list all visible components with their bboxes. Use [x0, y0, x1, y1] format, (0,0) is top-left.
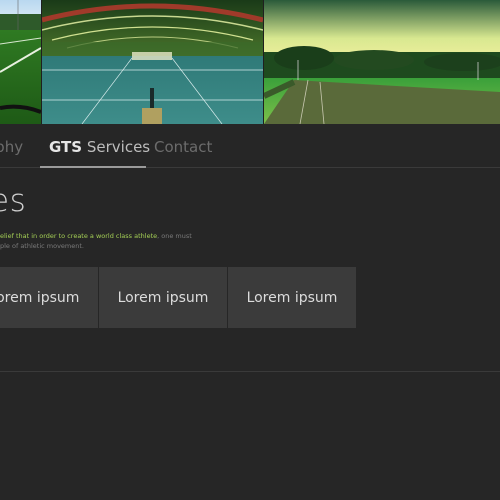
nav-item-philosophy[interactable]: ophy	[0, 138, 23, 156]
nav-item-gts-services[interactable]: GTS Services	[49, 138, 150, 156]
running-track-photo	[264, 0, 500, 124]
sports-field-photo	[0, 0, 41, 124]
nav-item-gts-services-brand: GTS	[49, 138, 83, 156]
indoor-tennis-hall-photo	[42, 0, 263, 124]
nav-item-contact[interactable]: Contact	[154, 138, 212, 156]
page: ophy GTS Services Contact es elief that …	[0, 0, 500, 500]
nav-item-gts-services-label: Services	[82, 138, 151, 156]
service-tile[interactable]: Lorem ipsum	[0, 267, 98, 328]
photo-banner	[0, 0, 500, 124]
intro-highlight: elief that in order to create a world cl…	[0, 232, 158, 240]
service-tile[interactable]: Lorem ipsum	[99, 267, 227, 328]
main-nav: ophy GTS Services Contact	[0, 124, 500, 168]
service-tile[interactable]: Lorem ipsum	[228, 267, 356, 328]
nav-active-indicator	[40, 166, 146, 168]
intro-text-line2: ple of athletic movement.	[0, 242, 84, 250]
intro-text: , one must	[157, 232, 192, 240]
section-divider	[0, 371, 500, 372]
section-intro: elief that in order to create a world cl…	[0, 231, 230, 251]
section-title: es	[0, 183, 27, 219]
